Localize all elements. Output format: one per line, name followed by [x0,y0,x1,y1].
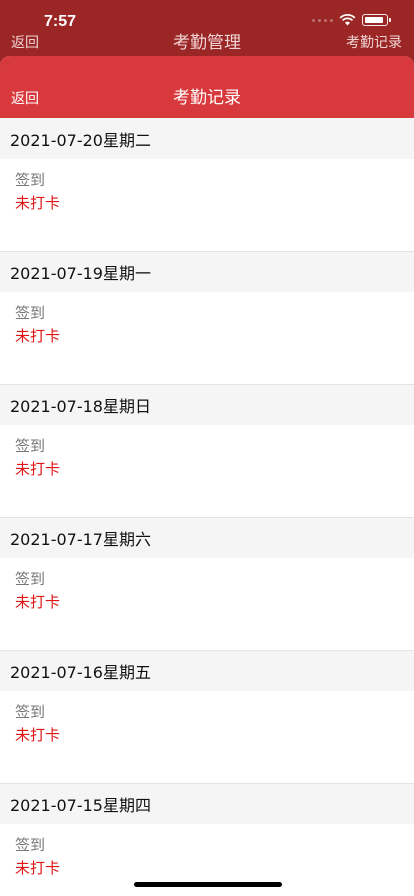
record-date: 2021-07-18星期日 [0,384,414,425]
background-nav-bar: 返回 考勤管理 考勤记录 [0,26,414,56]
signal-icon [312,18,333,22]
battery-icon [362,14,391,26]
record-body: 签到 未打卡 [0,292,414,384]
record-date: 2021-07-20星期二 [0,118,414,159]
record-date: 2021-07-15星期四 [0,783,414,824]
list-item: 2021-07-19星期一 签到 未打卡 [0,251,414,384]
record-body: 签到 未打卡 [0,558,414,650]
attendance-list[interactable]: 2021-07-20星期二 签到 未打卡 2021-07-19星期一 签到 未打… [0,118,414,896]
record-body: 签到 未打卡 [0,691,414,783]
sign-in-label: 签到 [15,171,46,189]
sign-in-label: 签到 [15,570,46,588]
sign-in-status: 未打卡 [15,726,61,744]
record-body: 签到 未打卡 [0,425,414,517]
sheet-nav-bar: 返回 考勤记录 [0,56,414,118]
list-item: 2021-07-15星期四 签到 未打卡 [0,783,414,896]
sign-in-status: 未打卡 [15,859,61,877]
page-title: 考勤记录 [173,88,241,108]
sign-in-status: 未打卡 [15,194,61,212]
list-item: 2021-07-17星期六 签到 未打卡 [0,517,414,650]
record-date: 2021-07-17星期六 [0,517,414,558]
list-item: 2021-07-16星期五 签到 未打卡 [0,650,414,783]
sign-in-label: 签到 [15,304,46,322]
wifi-icon [339,14,356,26]
list-item: 2021-07-18星期日 签到 未打卡 [0,384,414,517]
record-body: 签到 未打卡 [0,159,414,251]
sign-in-status: 未打卡 [15,593,61,611]
home-indicator[interactable] [134,882,282,887]
record-date: 2021-07-19星期一 [0,251,414,292]
list-item: 2021-07-20星期二 签到 未打卡 [0,118,414,251]
attendance-records-sheet: 返回 考勤记录 2021-07-20星期二 签到 未打卡 2021-07-19星… [0,56,414,896]
record-date: 2021-07-16星期五 [0,650,414,691]
sign-in-status: 未打卡 [15,460,61,478]
sign-in-label: 签到 [15,437,46,455]
sign-in-label: 签到 [15,703,46,721]
sign-in-status: 未打卡 [15,327,61,345]
background-records-button: 考勤记录 [346,35,402,51]
sign-in-label: 签到 [15,836,46,854]
status-indicators [312,14,391,26]
